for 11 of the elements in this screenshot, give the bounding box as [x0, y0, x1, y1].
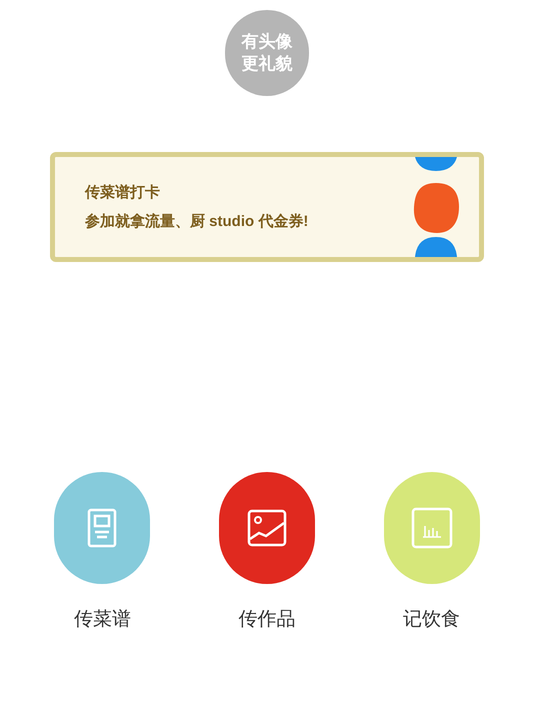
- banner-title: 传菜谱打卡: [85, 182, 161, 202]
- image-icon: [246, 509, 287, 547]
- avatar-text: 有头像: [242, 31, 292, 53]
- action-label: 传菜谱: [74, 608, 131, 632]
- banner-subtitle: 参加就拿流量、厨 studio 代金券!: [85, 212, 310, 232]
- chart-icon: [410, 507, 453, 549]
- document-icon: [87, 508, 118, 548]
- action-label: 记饮食: [403, 608, 460, 632]
- banner-card[interactable]: 传菜谱打卡 参加就拿流量、厨 studio 代金券!: [50, 152, 484, 262]
- avatar-text: 更礼貌: [242, 53, 292, 75]
- action-label: 传作品: [238, 608, 296, 632]
